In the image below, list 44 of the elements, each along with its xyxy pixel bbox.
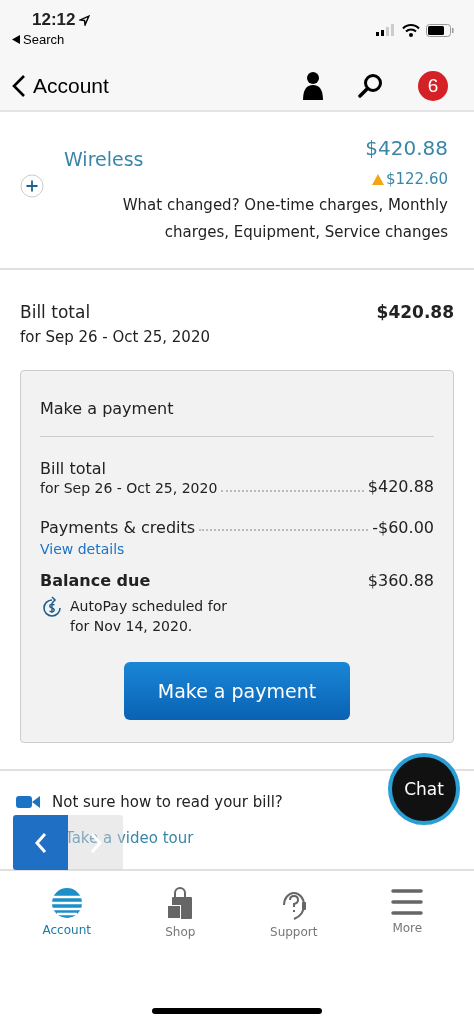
back-triangle-icon (12, 35, 20, 44)
change-amount: $122.60 (385, 170, 448, 188)
balance-amount: $360.88 (367, 571, 434, 590)
wireless-link[interactable]: Wireless (64, 136, 144, 170)
tab-bar-item[interactable]: Account (10, 881, 124, 945)
signal-icon (376, 24, 396, 36)
card-title: Make a payment (40, 371, 434, 437)
battery-icon (426, 24, 454, 37)
view-details-link[interactable]: View details (40, 541, 196, 557)
back-chevron-icon (12, 74, 26, 98)
balance-label: Balance due (40, 571, 151, 590)
notification-badge[interactable]: 6 (418, 71, 448, 101)
expand-icon[interactable] (20, 174, 44, 198)
chevron-left-icon (33, 830, 48, 855)
autopay-note: AutoPay scheduled for for Nov 14, 2020. (70, 597, 228, 636)
wifi-icon (402, 24, 420, 37)
video-camera-icon (16, 794, 40, 810)
help-question: Not sure how to read your bill? (52, 793, 283, 811)
chat-button[interactable]: Chat (388, 753, 460, 825)
increase-icon (371, 173, 384, 185)
change-summary: What changed? One-time charges, Monthly charges, Equipment, Service changes (121, 195, 448, 243)
tab-bar-item[interactable]: Support (237, 881, 351, 945)
menu-icon (391, 887, 424, 917)
back-button[interactable]: Account (12, 74, 109, 98)
line-label: Bill total (40, 459, 107, 478)
profile-icon[interactable] (302, 71, 324, 101)
wireless-amount: $420.88 (365, 136, 448, 160)
line-label: Payments & credits (40, 518, 196, 537)
tab-bar-item[interactable]: Shop (123, 881, 237, 945)
bill-total-amount: $420.88 (376, 302, 454, 324)
autopay-icon (40, 596, 64, 620)
previous-button[interactable] (13, 815, 68, 870)
bill-total-label: Bill total (20, 302, 92, 322)
status-time: 12:12 (32, 10, 76, 30)
search-icon[interactable] (358, 73, 384, 99)
back-to-search-link[interactable]: Search (12, 30, 65, 47)
location-arrow-icon (79, 14, 91, 26)
bill-period: for Sep 26 - Oct 25, 2020 (20, 328, 210, 346)
make-payment-button[interactable]: Make a payment (124, 662, 350, 720)
tab-bar-item[interactable]: More (350, 881, 464, 945)
line-amount: $420.88 (367, 477, 434, 496)
line-period: for Sep 26 - Oct 25, 2020 (40, 480, 218, 496)
globe-icon (49, 887, 84, 919)
line-amount: -$60.00 (372, 518, 434, 537)
